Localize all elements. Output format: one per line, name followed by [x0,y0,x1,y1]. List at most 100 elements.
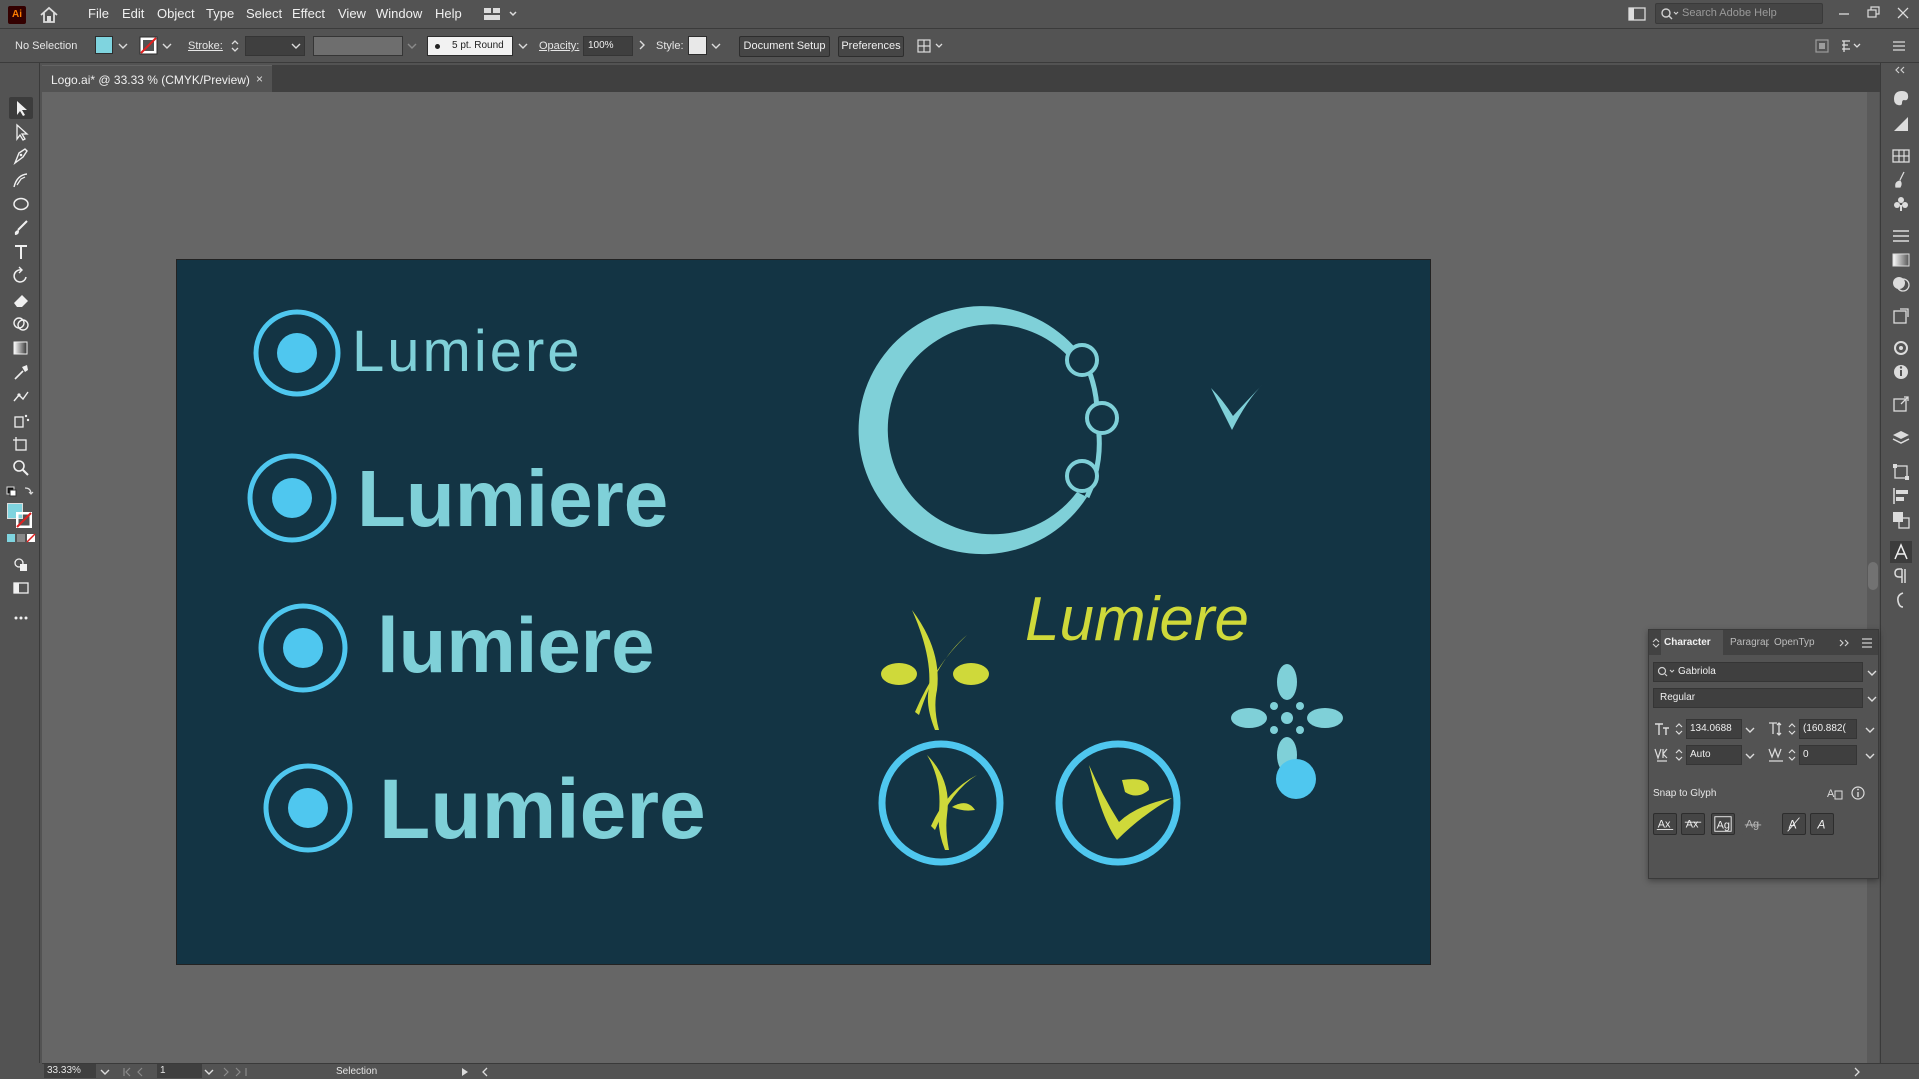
vertical-scroll-thumb[interactable] [1868,562,1878,590]
home-icon[interactable] [38,4,60,26]
stroke-panel-icon[interactable] [1890,225,1912,247]
menu-select[interactable]: Select [246,6,282,21]
screen-mode-icon[interactable] [9,577,33,599]
scroll-right-icon[interactable] [1852,1067,1862,1077]
menu-help[interactable]: Help [435,6,462,21]
artboard-tool-icon[interactable] [9,433,33,455]
preferences-button[interactable]: Preferences [838,36,904,57]
tab-paragraph[interactable]: Paragrap [1727,630,1769,655]
layers-icon[interactable] [1890,427,1912,449]
asset-export-icon[interactable] [1890,305,1912,327]
panel-toggle-icon[interactable] [1652,638,1660,648]
menu-file[interactable]: File [88,6,109,21]
document-tab[interactable]: Logo.ai* @ 33.33 % (CMYK/Preview) × [42,65,272,92]
panel-menu-icon[interactable] [1860,637,1874,649]
flower-logo[interactable] [1231,664,1343,799]
draw-mode-icon[interactable] [9,553,33,575]
opacity-field[interactable]: 100% [583,36,633,56]
font-family-field[interactable]: Gabriola [1653,662,1863,682]
character-panel-icon[interactable] [1890,541,1912,563]
chevron-down-icon[interactable] [407,41,417,51]
tab-opentype[interactable]: OpenTyp [1771,630,1815,655]
leading-stepper-icon[interactable] [1787,720,1797,738]
menu-window[interactable]: Window [376,6,422,21]
chevron-down-icon[interactable] [100,1067,110,1077]
chevron-down-icon[interactable] [204,1067,214,1077]
crescent-logo[interactable] [858,306,1119,555]
snap-baseline-icon[interactable]: Ax [1653,813,1677,835]
snap-glyph-bounds-icon[interactable]: Ag [1711,813,1735,835]
status-menu-arrow-icon[interactable] [460,1067,470,1077]
gradient-panel-icon[interactable] [1890,249,1912,271]
info-icon[interactable] [1850,785,1866,801]
circle-emblem-2[interactable] [1055,740,1181,866]
panel-layout-icon[interactable] [1628,6,1646,22]
chevron-down-icon[interactable] [1865,725,1875,735]
transform-icon[interactable] [1890,461,1912,483]
logo-variant-1[interactable]: Lumiere [253,309,583,397]
more-tabs-icon[interactable] [1838,638,1850,648]
scroll-left-icon[interactable] [480,1067,490,1077]
snap-angular-guides-icon[interactable]: A [1782,813,1806,835]
stroke-color-none-icon[interactable] [16,512,32,528]
symbols-icon[interactable] [1890,193,1912,215]
puppet-warp-tool-icon[interactable] [9,385,33,407]
menu-object[interactable]: Object [157,6,195,21]
stroke-label[interactable]: Stroke: [188,40,223,52]
swatches-icon[interactable] [1890,145,1912,167]
stroke-weight-stepper-icon[interactable] [229,37,241,55]
color-panel-icon[interactable] [1890,87,1912,109]
opacity-label[interactable]: Opacity: [539,40,579,52]
default-colors-icon[interactable] [5,485,35,499]
variable-width-profile[interactable] [313,36,403,56]
tracking-stepper-icon[interactable] [1787,746,1797,764]
menu-edit[interactable]: Edit [122,6,144,21]
chevron-down-icon[interactable] [1867,694,1877,704]
color-mode-icon[interactable] [6,533,36,543]
minimize-icon[interactable] [1834,4,1854,22]
document-setup-button[interactable]: Document Setup [739,36,830,57]
selection-tool-icon[interactable] [9,97,33,119]
checkmark-shape[interactable] [1211,384,1263,430]
workspace-switcher-icon[interactable] [482,4,522,24]
rotate-tool-icon[interactable] [9,265,33,287]
type-tool-icon[interactable] [9,241,33,263]
snap-anchor-point-icon[interactable]: A [1810,813,1834,835]
chevron-down-icon[interactable] [1865,751,1875,761]
arrange-panels-icon[interactable] [1840,38,1862,54]
font-size-stepper-icon[interactable] [1674,720,1684,738]
touch-workspace-icon[interactable] [1814,38,1830,54]
kerning-field[interactable]: Auto [1686,745,1742,765]
restore-icon[interactable] [1863,4,1883,22]
script-wordmark[interactable]: Lumiere [1025,585,1249,654]
font-size-field[interactable]: 134.0688 [1686,719,1742,739]
eyedropper-tool-icon[interactable] [9,361,33,383]
expand-panels-icon[interactable] [1893,65,1907,75]
gradient-tool-icon[interactable] [9,337,33,359]
direct-selection-tool-icon[interactable] [9,121,33,143]
curvature-tool-icon[interactable] [9,169,33,191]
chevron-down-icon[interactable] [1867,668,1877,678]
glyph-options-icon[interactable]: A [1826,785,1844,801]
artboard-number-field[interactable]: 1 [157,1064,202,1078]
panel-menu-icon[interactable] [1890,38,1908,54]
artboard-prev-icons[interactable] [122,1067,152,1077]
artboard[interactable]: Lumiere Lumiere lumiere Lumiere Lumiere [176,259,1431,965]
appearance-icon[interactable] [1890,337,1912,359]
pathfinder-icon[interactable] [1890,509,1912,531]
chevron-down-icon[interactable] [1745,751,1755,761]
leaf-figure-logo[interactable] [881,610,989,730]
eraser-tool-icon[interactable] [9,289,33,311]
stroke-none-swatch-icon[interactable] [139,36,158,55]
links-icon[interactable] [1890,393,1912,415]
artboard-next-icons[interactable] [220,1067,250,1077]
snap-x-height-icon[interactable]: Ax [1681,813,1705,835]
paintbrush-tool-icon[interactable] [9,217,33,239]
chevron-down-icon[interactable] [1745,725,1755,735]
chevron-down-icon[interactable] [162,41,172,51]
zoom-tool-icon[interactable] [9,457,33,479]
leading-field[interactable]: (160.882( [1799,719,1857,739]
graphic-style-swatch[interactable] [688,36,707,55]
symbol-sprayer-tool-icon[interactable] [9,409,33,431]
zoom-field[interactable]: 33.33% [44,1064,96,1078]
